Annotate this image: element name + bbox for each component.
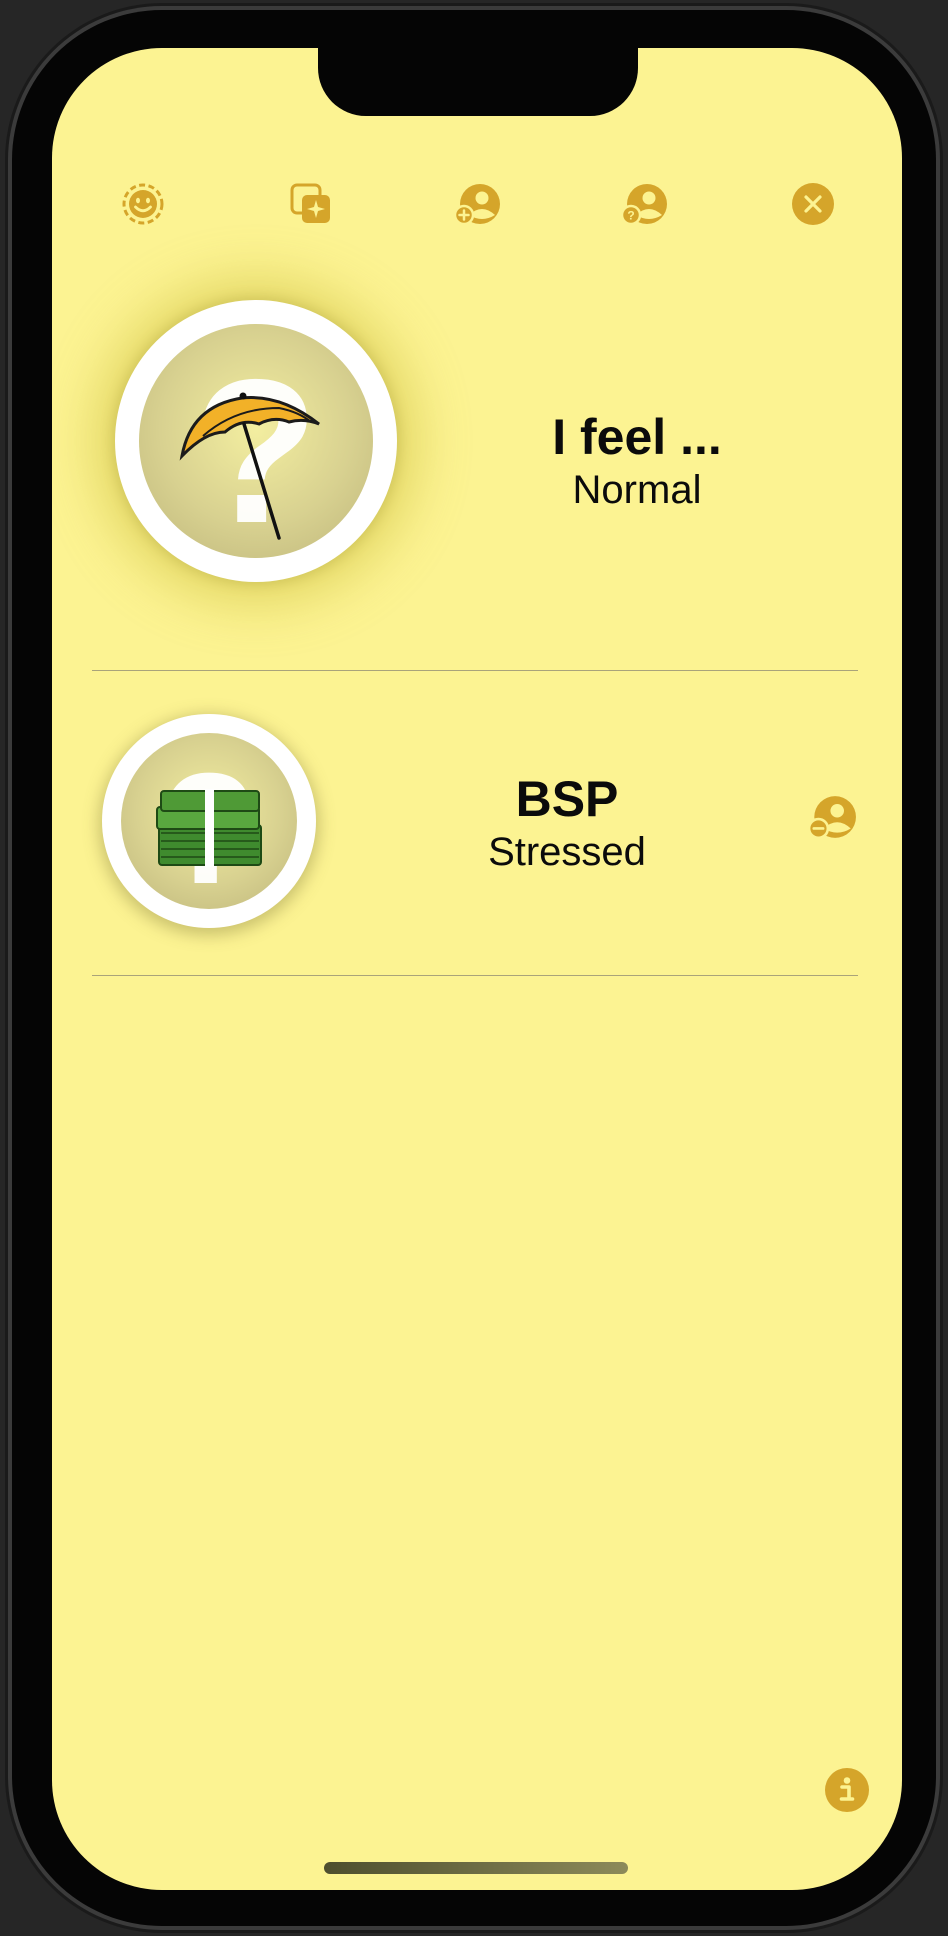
camera-notch xyxy=(318,46,638,116)
contact-row[interactable]: ? BSP Stressed xyxy=(52,714,902,974)
divider-1 xyxy=(92,670,858,671)
self-mood-row[interactable]: ? I feel ... Normal xyxy=(52,278,902,668)
self-mood-picture[interactable]: ? xyxy=(115,300,397,582)
top-toolbar: ? xyxy=(52,176,902,232)
contact-mood-picture[interactable]: ? xyxy=(102,714,316,928)
contact-mood-label: Stressed xyxy=(488,830,646,874)
self-title: I feel ... xyxy=(552,409,722,465)
money-stack-question-icon: ? xyxy=(156,741,262,909)
person-question-icon[interactable]: ? xyxy=(616,176,672,232)
remove-person-icon[interactable] xyxy=(804,789,860,845)
sparkle-photo-icon[interactable] xyxy=(283,176,339,232)
smiley-dashed-icon[interactable] xyxy=(115,176,171,232)
svg-text:?: ? xyxy=(627,209,634,223)
info-icon[interactable] xyxy=(825,1768,869,1812)
home-indicator[interactable] xyxy=(324,1862,628,1874)
close-icon[interactable] xyxy=(785,176,841,232)
app-screen: ? ? I feel ... Normal BSP Stressed xyxy=(52,48,902,1890)
divider-2 xyxy=(92,975,858,976)
umbrella-question-icon: ? xyxy=(179,337,320,558)
self-mood-label: Normal xyxy=(572,468,702,512)
contact-name: BSP xyxy=(515,771,619,827)
svg-text:?: ? xyxy=(193,337,318,558)
add-person-icon[interactable] xyxy=(449,176,505,232)
